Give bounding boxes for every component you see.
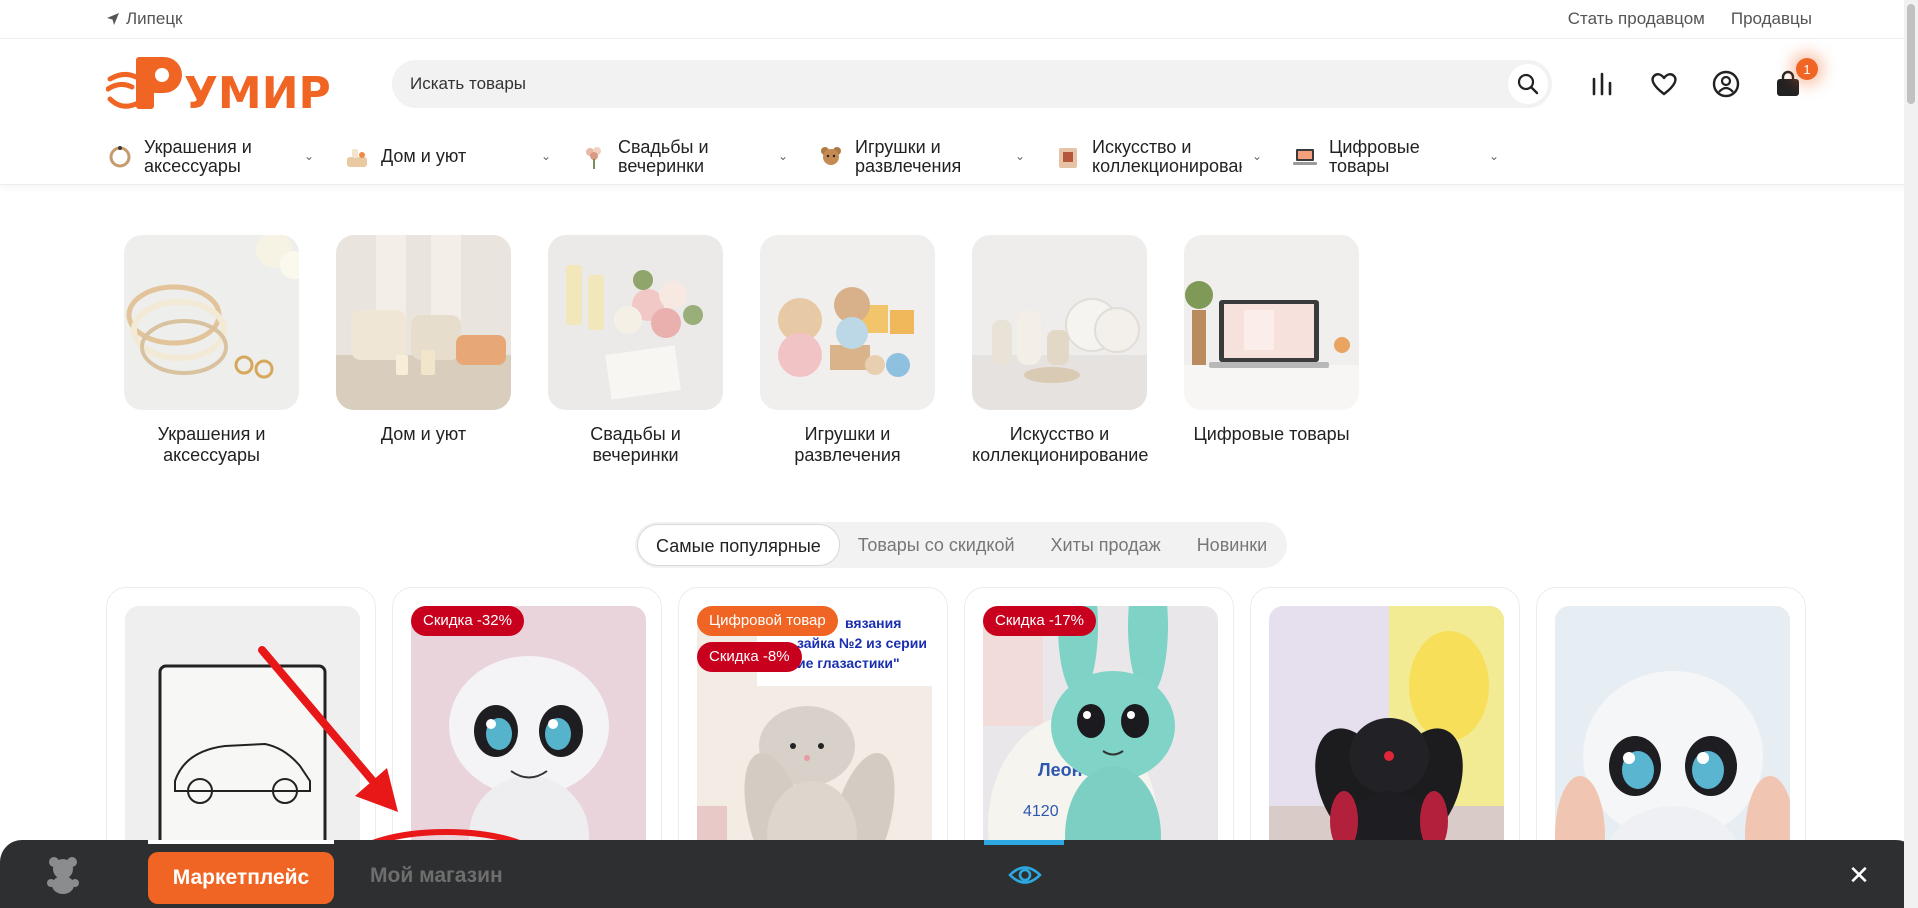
svg-text:ие глазастики": ие глазастики" — [797, 655, 900, 671]
nav-category-digital[interactable]: Цифровые товары ⌄ — [1291, 138, 1528, 176]
category-nav: Украшения и аксессуары ⌄ Дом и уют ⌄ Сва… — [0, 129, 1918, 185]
product-label: Цифровой товар — [697, 606, 838, 636]
category-tile-label: Игрушки и развлечения — [794, 424, 901, 465]
category-image — [336, 235, 511, 410]
page: Липецк Стать продавцом Продавцы УМИР Иск… — [0, 0, 1918, 908]
search-button[interactable] — [1508, 64, 1548, 104]
location-label: Липецк — [126, 9, 183, 28]
laptop-icon — [1293, 148, 1317, 165]
svg-text:4120: 4120 — [1023, 803, 1059, 820]
cart-count-badge: 1 — [1796, 58, 1818, 80]
nav-category-label: Свадьбы и вечеринки — [618, 137, 709, 176]
category-tiles: Украшения и аксессуары Дом и уют Свадьбы… — [124, 235, 1359, 466]
nav-category-label: Игрушки и развлечения — [855, 137, 962, 176]
category-image — [548, 235, 723, 410]
category-tile-digital[interactable]: Цифровые товары — [1184, 235, 1359, 466]
art-icon — [1059, 147, 1077, 168]
user-icon — [1712, 70, 1740, 98]
chevron-down-icon: ⌄ — [1252, 149, 1263, 163]
location-selector[interactable]: Липецк — [106, 9, 183, 29]
my-shop-button[interactable]: Мой магазин — [370, 864, 503, 888]
tab-new[interactable]: Новинки — [1179, 524, 1286, 566]
svg-text:зайка №2 из серии: зайка №2 из серии — [797, 635, 927, 651]
category-tile-label: Украшения и аксессуары — [157, 424, 266, 465]
product-label: Скидка -8% — [697, 642, 802, 672]
category-image — [760, 235, 935, 410]
category-tile-jewelry[interactable]: Украшения и аксессуары — [124, 235, 299, 466]
nav-category-home[interactable]: Дом и уют ⌄ — [343, 143, 580, 171]
become-seller-link[interactable]: Стать продавцом — [1568, 9, 1705, 29]
chevron-down-icon: ⌄ — [541, 149, 552, 163]
nav-category-label: Дом и уют — [381, 147, 467, 166]
preview-indicator — [984, 840, 1064, 845]
favorites-button[interactable] — [1648, 68, 1680, 100]
svg-text:вязания: вязания — [845, 615, 901, 631]
nav-category-jewelry[interactable]: Украшения и аксессуары ⌄ — [106, 138, 343, 176]
eye-icon[interactable] — [1008, 862, 1042, 888]
product-label: Скидка -17% — [983, 606, 1096, 636]
heart-icon — [1651, 73, 1677, 96]
category-tile-label: Свадьбы и вечеринки — [590, 424, 681, 465]
tab-bestsellers[interactable]: Хиты продаж — [1033, 524, 1179, 566]
home-icon — [347, 148, 367, 167]
cart-button[interactable]: 1 — [1772, 58, 1818, 100]
marketplace-button[interactable]: Маркетплейс — [148, 852, 334, 904]
header: УМИР Искать товары 1 — [0, 39, 1918, 129]
wedding-icon — [586, 146, 601, 169]
nav-category-label: Цифровые товары — [1329, 137, 1420, 176]
category-tile-label: Искусство и коллекционирование — [972, 424, 1149, 465]
compare-button[interactable] — [1586, 68, 1618, 100]
product-filter-tabs: Самые популярные Товары со скидкой Хиты … — [635, 522, 1288, 568]
search-icon — [1517, 73, 1539, 95]
category-tile-label: Цифровые товары — [1193, 424, 1350, 444]
compare-icon — [1592, 72, 1612, 96]
logo-text: УМИР — [184, 68, 331, 117]
chevron-down-icon: ⌄ — [1015, 149, 1026, 163]
profile-button[interactable] — [1710, 68, 1742, 100]
chevron-down-icon: ⌄ — [1489, 149, 1500, 163]
sellers-link[interactable]: Продавцы — [1731, 9, 1812, 29]
bottom-panel: Маркетплейс Мой магазин ✕ — [0, 840, 1918, 908]
tab-discounted[interactable]: Товары со скидкой — [840, 524, 1033, 566]
scrollbar-thumb[interactable] — [1907, 4, 1915, 104]
teddy-bear-icon[interactable] — [46, 856, 80, 894]
category-tile-weddings[interactable]: Свадьбы и вечеринки — [548, 235, 723, 466]
active-tab-indicator — [148, 840, 334, 844]
toy-icon — [821, 146, 841, 165]
nav-category-weddings[interactable]: Свадьбы и вечеринки ⌄ — [580, 138, 817, 176]
nav-category-label: Искусство и коллекционирование — [1092, 137, 1242, 176]
search-input[interactable] — [410, 74, 1490, 94]
category-tile-label: Дом и уют — [380, 424, 467, 444]
category-tile-toys[interactable]: Игрушки и развлечения — [760, 235, 935, 466]
category-tile-home[interactable]: Дом и уют — [336, 235, 511, 466]
nav-category-toys[interactable]: Игрушки и развлечения ⌄ — [817, 138, 1054, 176]
nav-category-art[interactable]: Искусство и коллекционирование ⌄ — [1054, 138, 1291, 176]
top-bar: Липецк Стать продавцом Продавцы — [0, 0, 1918, 39]
search-box — [392, 60, 1552, 108]
location-arrow-icon — [107, 13, 119, 25]
category-image — [972, 235, 1147, 410]
tab-popular[interactable]: Самые популярные — [637, 524, 840, 566]
chevron-down-icon: ⌄ — [778, 149, 789, 163]
close-icon[interactable]: ✕ — [1846, 860, 1872, 890]
category-image — [1184, 235, 1359, 410]
jewelry-icon — [109, 145, 131, 167]
product-label: Скидка -32% — [411, 606, 524, 636]
rumir-logo: УМИР — [106, 57, 331, 117]
category-image — [124, 235, 299, 410]
nav-category-label: Украшения и аксессуары — [144, 137, 252, 176]
page-scrollbar[interactable] — [1904, 0, 1918, 908]
category-tile-art[interactable]: Искусство и коллекционирование — [972, 235, 1149, 466]
chevron-down-icon: ⌄ — [304, 149, 315, 163]
logo[interactable]: УМИР — [106, 51, 354, 117]
